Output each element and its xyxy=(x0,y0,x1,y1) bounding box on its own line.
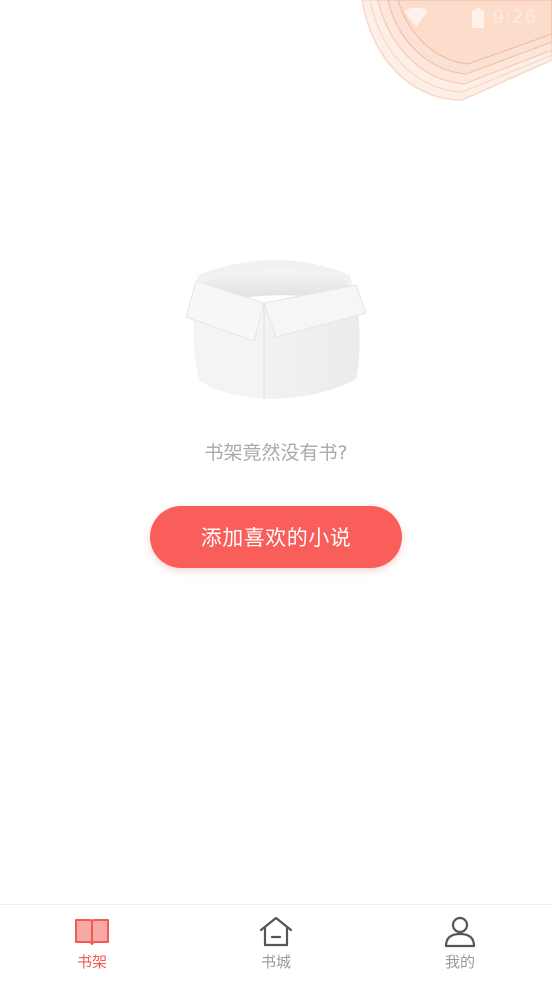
tab-label: 我的 xyxy=(444,953,475,971)
home-icon xyxy=(259,916,293,947)
tab-bookstore[interactable]: 书城 xyxy=(184,905,368,982)
status-bar: 9:26 xyxy=(0,0,552,38)
tab-bookshelf[interactable]: 书架 xyxy=(0,905,184,982)
add-favorite-novel-button[interactable]: 添加喜欢的小说 xyxy=(150,506,402,568)
tab-label: 书架 xyxy=(76,953,107,971)
wifi-icon xyxy=(404,7,428,27)
status-time: 9:26 xyxy=(492,6,537,28)
battery-icon xyxy=(472,8,484,28)
bottom-tab-bar: 书架 书城 我的 xyxy=(0,904,552,982)
open-book-icon xyxy=(75,919,109,945)
user-icon xyxy=(444,916,476,948)
empty-shelf-message: 书架竟然没有书? xyxy=(204,442,348,464)
empty-box-illustration xyxy=(185,260,367,399)
tab-mine[interactable]: 我的 xyxy=(368,905,552,982)
tab-label: 书城 xyxy=(260,953,291,971)
